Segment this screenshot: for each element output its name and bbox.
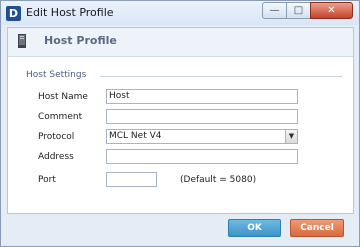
comment-label: Comment	[38, 112, 83, 122]
content-panel: Host Profile Host Settings Host Name Hos…	[7, 27, 354, 214]
page-title: Host Profile	[44, 34, 117, 47]
window-title: Edit Host Profile	[26, 6, 114, 19]
port-label: Port	[38, 175, 56, 185]
minimize-button[interactable]: —	[262, 2, 287, 19]
close-button[interactable]: ✕	[310, 2, 353, 19]
comment-field[interactable]	[106, 109, 298, 124]
panel-header: Host Profile	[8, 28, 353, 57]
port-default-hint: (Default = 5080)	[180, 175, 257, 185]
maximize-button[interactable]: □	[286, 2, 311, 19]
ok-button[interactable]: OK	[228, 219, 281, 237]
computer-tower-icon	[18, 34, 26, 48]
host-name-field[interactable]: Host	[106, 89, 298, 104]
protocol-select[interactable]: MCL Net V4 ▼	[106, 129, 298, 144]
window-controls: — □ ✕	[262, 2, 353, 19]
group-title: Host Settings	[26, 70, 87, 80]
chevron-down-icon[interactable]: ▼	[285, 130, 297, 143]
protocol-label: Protocol	[38, 132, 75, 142]
host-name-label: Host Name	[38, 92, 88, 102]
protocol-selected-value: MCL Net V4	[109, 131, 162, 141]
title-bar[interactable]: D Edit Host Profile — □ ✕	[1, 1, 359, 25]
address-field[interactable]	[106, 149, 298, 164]
port-field[interactable]	[106, 172, 157, 187]
address-label: Address	[38, 152, 74, 162]
group-divider	[100, 76, 342, 77]
edit-host-profile-window: D Edit Host Profile — □ ✕ Host Profile H…	[0, 0, 360, 247]
cancel-button[interactable]: Cancel	[290, 219, 344, 237]
app-logo-icon: D	[6, 6, 21, 21]
